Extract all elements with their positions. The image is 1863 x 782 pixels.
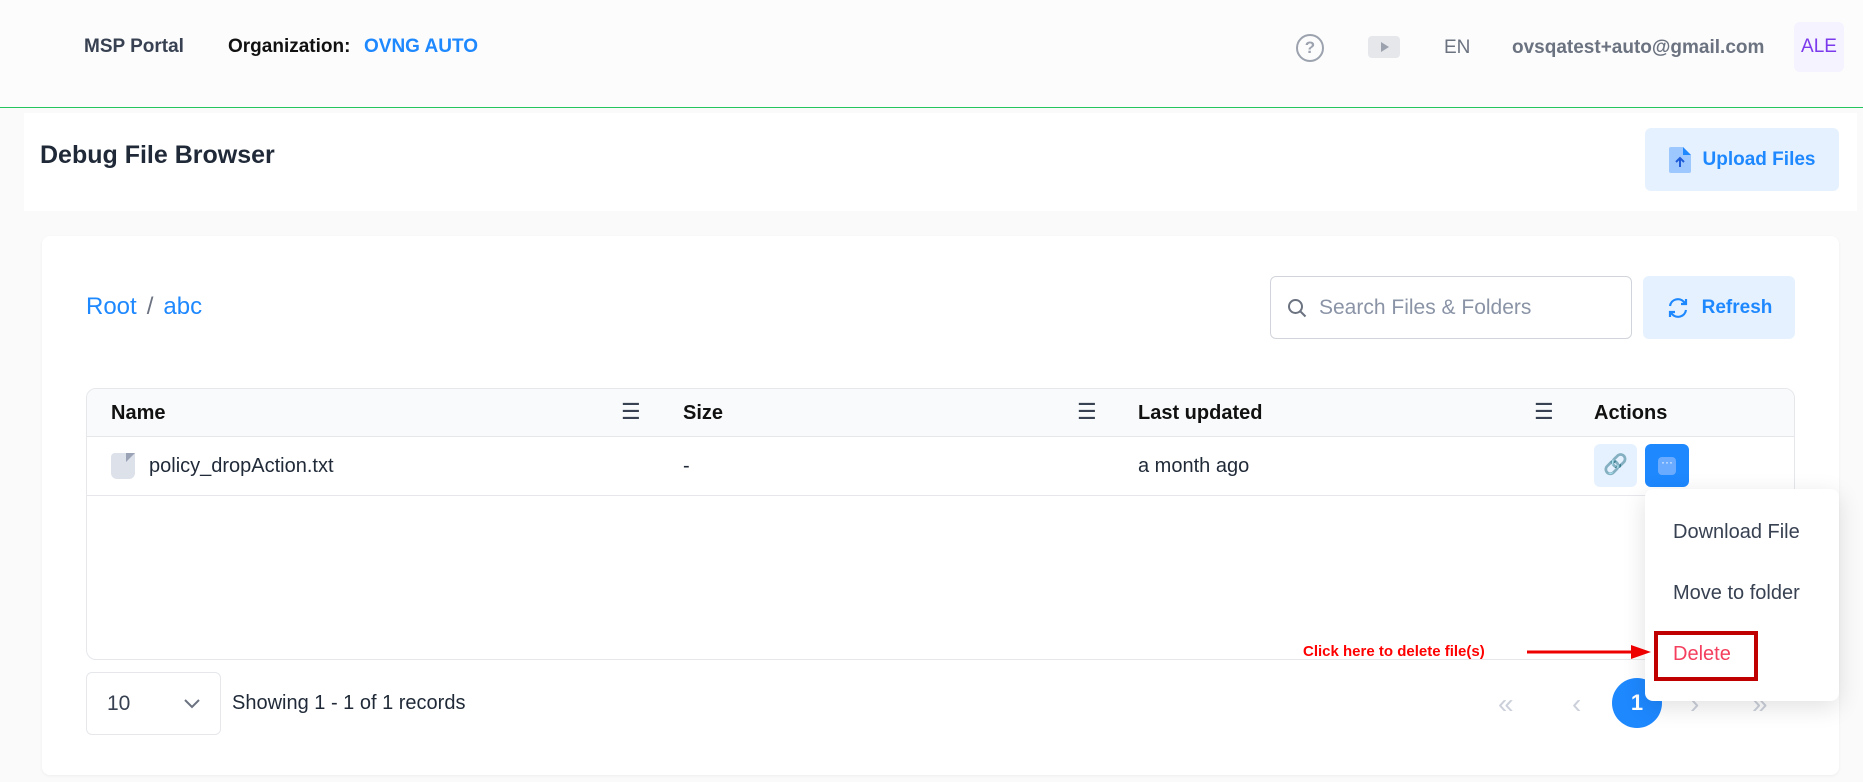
first-page-icon[interactable]: « xyxy=(1498,688,1514,720)
column-menu-icon[interactable]: ☰ xyxy=(1534,401,1554,423)
prev-page-icon[interactable]: ‹ xyxy=(1572,688,1581,720)
refresh-icon xyxy=(1668,297,1687,318)
brand-name[interactable]: MSP Portal xyxy=(84,36,184,58)
user-email[interactable]: ovsqatest+auto@gmail.com xyxy=(1512,37,1764,59)
help-icon[interactable]: ? xyxy=(1296,34,1324,62)
annotation-arrow-icon xyxy=(1527,645,1651,659)
column-last-updated[interactable]: Last updated xyxy=(1138,402,1262,425)
link-icon: 🔗 xyxy=(1603,454,1628,476)
file-size: - xyxy=(683,455,690,477)
file-updated: a month ago xyxy=(1138,455,1250,477)
search-icon xyxy=(1288,298,1307,317)
column-size[interactable]: Size xyxy=(683,402,723,425)
more-actions-button[interactable]: ··· xyxy=(1645,444,1689,487)
title-card xyxy=(24,113,1857,211)
refresh-button[interactable]: Refresh xyxy=(1643,276,1795,339)
breadcrumb-current[interactable]: abc xyxy=(163,293,202,320)
file-name[interactable]: policy_dropAction.txt xyxy=(149,455,334,478)
menu-download-file[interactable]: Download File xyxy=(1673,521,1800,544)
more-icon: ··· xyxy=(1658,456,1676,475)
column-menu-icon[interactable]: ☰ xyxy=(621,401,641,423)
files-table: Name ☰ Size ☰ Last updated ☰ Actions pol… xyxy=(86,388,1795,660)
upload-file-icon xyxy=(1668,146,1691,173)
upload-files-label: Upload Files xyxy=(1702,148,1816,170)
language-selector[interactable]: EN xyxy=(1444,37,1470,59)
highlight-box xyxy=(1654,631,1758,681)
column-name[interactable]: Name xyxy=(111,402,165,425)
breadcrumb: Root / abc xyxy=(86,293,202,321)
column-menu-icon[interactable]: ☰ xyxy=(1077,401,1097,423)
page-size-select[interactable]: 10 xyxy=(86,672,221,735)
page-size-value: 10 xyxy=(107,691,131,715)
table-header: Name ☰ Size ☰ Last updated ☰ Actions xyxy=(87,389,1794,437)
menu-move-to-folder[interactable]: Move to folder xyxy=(1673,582,1800,605)
search-box[interactable] xyxy=(1270,276,1632,339)
chevron-down-icon xyxy=(184,698,200,708)
organization-label: Organization: xyxy=(228,36,351,57)
page-title: Debug File Browser xyxy=(40,141,275,169)
records-summary: Showing 1 - 1 of 1 records xyxy=(232,692,466,714)
annotation-text: Click here to delete file(s) xyxy=(1303,643,1485,660)
table-row[interactable]: policy_dropAction.txt - a month ago 🔗 ··… xyxy=(87,437,1794,496)
refresh-label: Refresh xyxy=(1701,296,1773,318)
search-input[interactable] xyxy=(1319,295,1609,320)
video-icon[interactable] xyxy=(1368,36,1400,58)
file-icon xyxy=(111,453,135,479)
copy-link-button[interactable]: 🔗 xyxy=(1594,444,1637,487)
breadcrumb-root[interactable]: Root xyxy=(86,293,137,320)
organization-name[interactable]: OVNG AUTO xyxy=(364,36,478,58)
upload-files-button[interactable]: Upload Files xyxy=(1645,128,1839,191)
column-actions: Actions xyxy=(1594,402,1668,424)
breadcrumb-separator: / xyxy=(146,293,154,320)
avatar[interactable]: ALE xyxy=(1794,22,1844,72)
